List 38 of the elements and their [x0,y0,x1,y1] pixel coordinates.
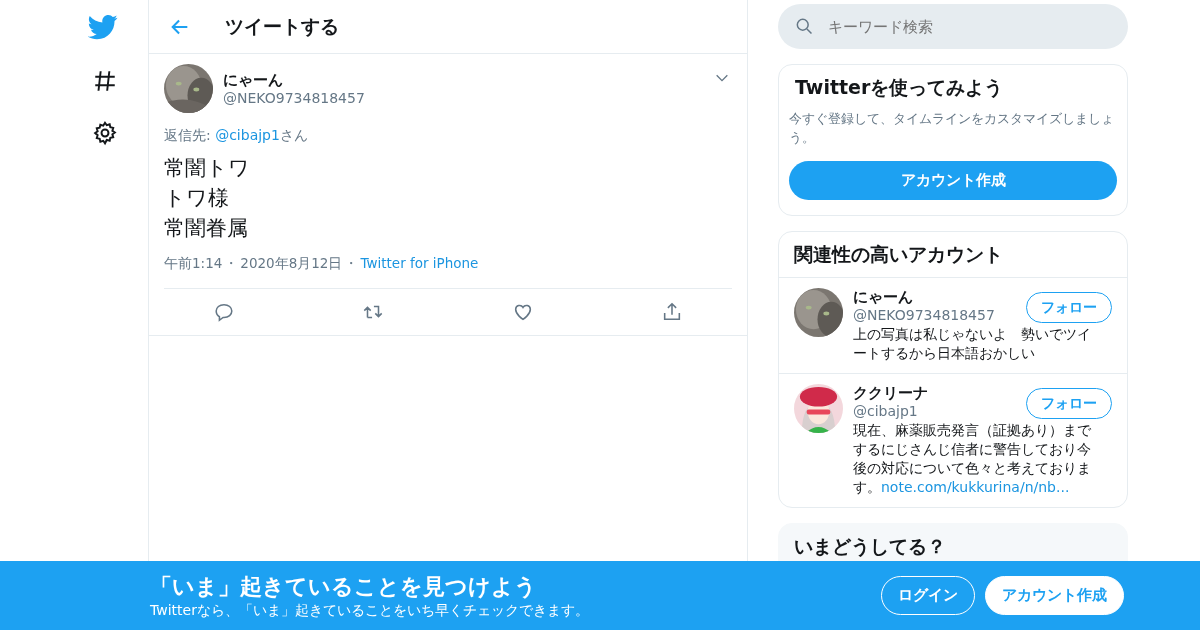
tweet-time[interactable]: 午前1:14 [164,255,223,271]
account-bio: 上の写真は私じゃないよ 勢いでツイートするから日本語おかしい [853,325,1092,363]
source-link[interactable]: Twitter for iPhone [360,255,479,271]
bio-link[interactable]: note.com/kukkurina/n/nb... [881,479,1070,495]
reply-suffix: さん [279,127,308,143]
login-button[interactable]: ログイン [881,576,975,615]
follow-button[interactable]: フォロー [1026,388,1112,419]
search-icon [794,16,814,36]
card-title: Twitterを使ってみよう [794,75,1005,100]
author-name[interactable]: にゃーん [223,71,704,90]
search-field[interactable]: キーワード検索 [778,4,1128,49]
account-handle[interactable]: @cibajp1 [853,403,1026,419]
tweet-text-line: 常闇トワ [164,155,251,182]
reply-label: 返信先: [164,127,211,143]
signup-button[interactable]: アカウント作成 [789,161,1117,200]
account-name[interactable]: にゃーん [853,288,1026,307]
author-handle[interactable]: @NEKO9734818457 [223,90,704,106]
hashtag-icon[interactable] [92,68,118,94]
account-name[interactable]: ククリーナ [853,384,1026,403]
account-bio: 現在、麻薬販売発言（証拠あり）までするにじさんじ信者に警告しており今後の対応について色々と考えております。note.com/kukkurina/n/nb... [853,421,1092,497]
follow-button[interactable]: フォロー [1026,292,1112,323]
card-text: 今すぐ登録して、タイムラインをカスタマイズしましょう。 [789,110,1115,147]
settings-icon[interactable] [92,120,118,146]
signup-button[interactable]: アカウント作成 [985,576,1124,615]
separator-dot: ・ [344,255,359,271]
reply-icon[interactable] [212,301,235,323]
card-title: 関連性の高いアカウント [779,232,1127,278]
account-handle[interactable]: @NEKO9734818457 [853,307,1026,323]
banner-subtitle: Twitterなら、「いま」起きていることをいち早くチェックできます。 [150,601,590,620]
card-title: いまどうしてる？ [794,534,947,559]
tweet-text-line: 常闇眷属 [164,215,249,242]
page-title: ツイートする [225,13,339,39]
banner-title: 「いま」起きていることを見つけよう [150,572,538,601]
tweet-text-line: トワ様 [164,185,230,212]
bird-logo-icon[interactable] [88,12,118,42]
separator-dot: ・ [224,255,239,271]
reply-link[interactable]: @cibajp1 [215,127,280,143]
tweet-date[interactable]: 2020年8月12日 [240,255,343,271]
